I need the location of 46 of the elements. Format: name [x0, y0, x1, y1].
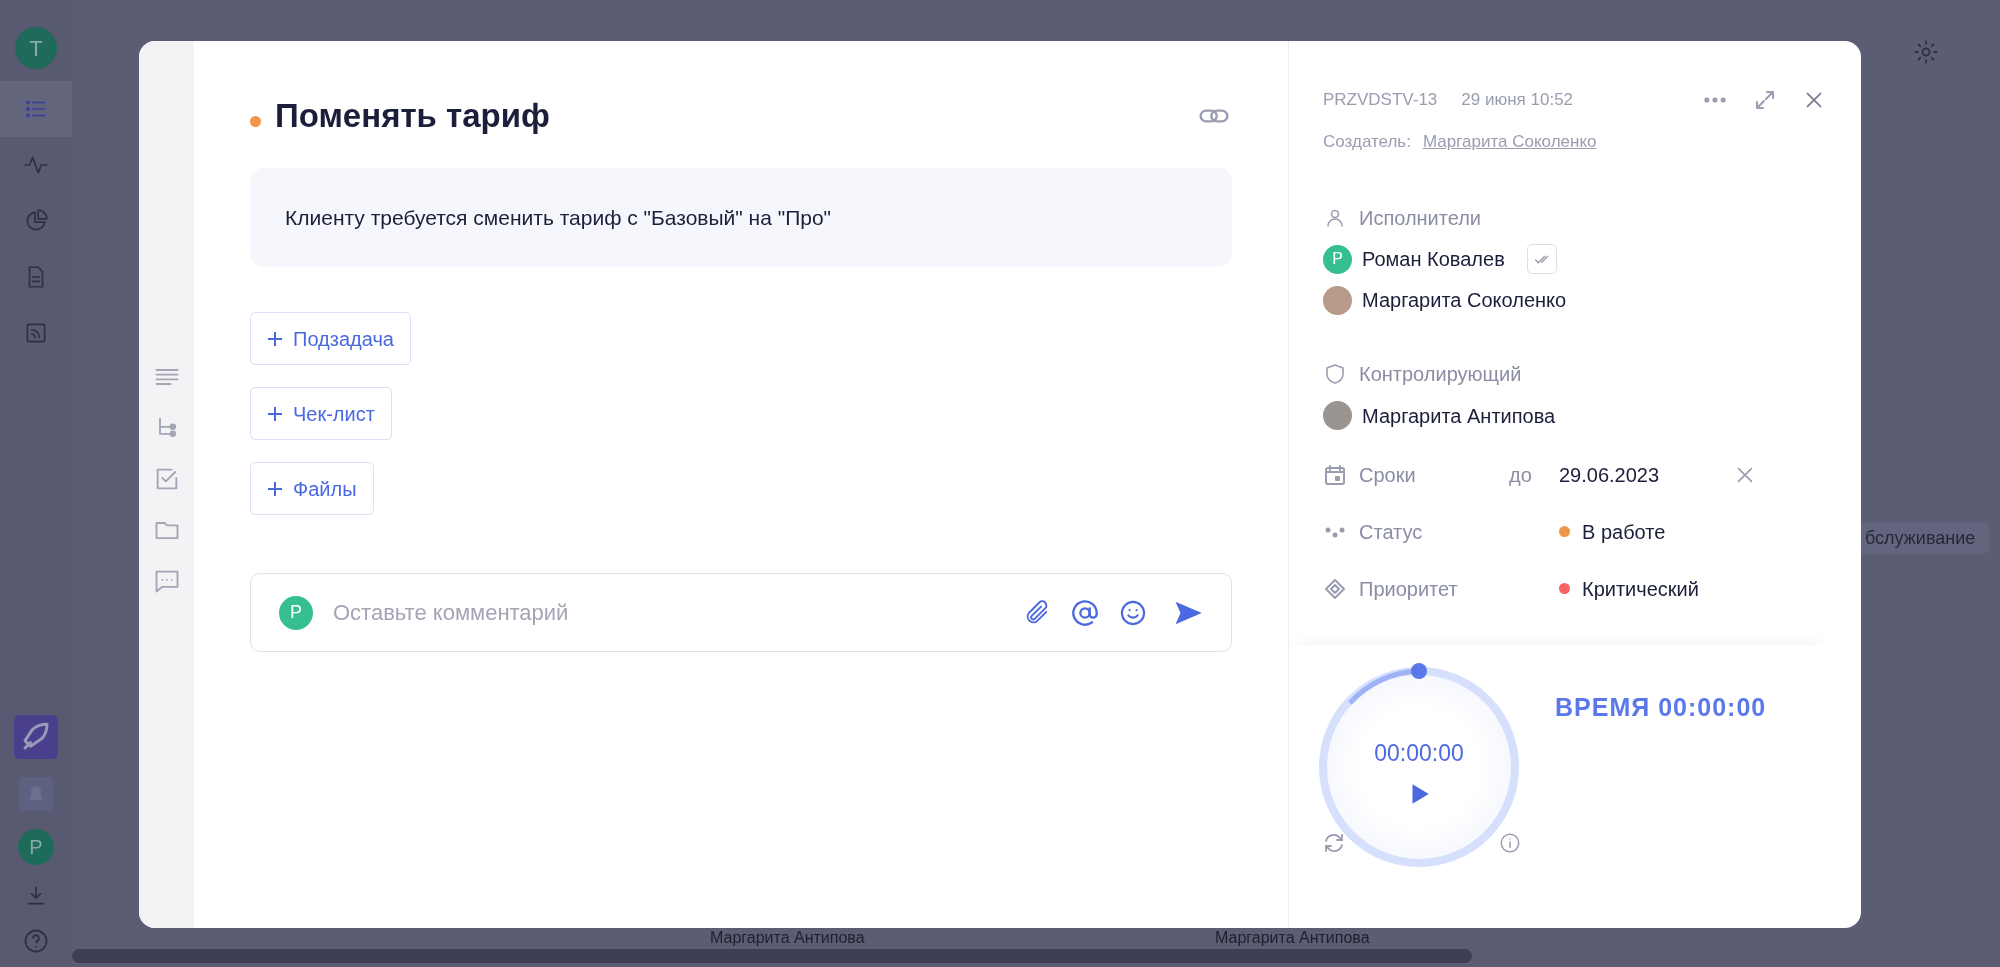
task-title[interactable]: Поменять тариф: [275, 91, 550, 141]
assignee-name[interactable]: Маргарита Соколенко: [1362, 285, 1567, 315]
creator-label: Создатель:: [1323, 131, 1411, 153]
field-label: Статус: [1359, 519, 1424, 545]
shield-icon: [1323, 361, 1347, 386]
settings-icon[interactable]: [1912, 38, 1940, 66]
section-label: Исполнители: [1359, 205, 1481, 231]
info-icon[interactable]: [1499, 831, 1521, 854]
avatar-photo: [1323, 401, 1352, 430]
assignee-name: Маргарита Антипова: [710, 929, 865, 947]
controller-name[interactable]: Маргарита Антипова: [1362, 400, 1556, 431]
scrollbar[interactable]: [72, 949, 1472, 963]
task-id: PRZVDSTV-13: [1323, 89, 1438, 112]
field-label: Приоритет: [1359, 576, 1459, 602]
total-time: ВРЕМЯ 00:00:00: [1555, 691, 1767, 721]
timer-progress-handle[interactable]: [1347, 660, 1429, 705]
plus-icon: [267, 480, 283, 497]
priority-value[interactable]: Критический: [1582, 573, 1699, 604]
bell-icon[interactable]: [19, 777, 53, 811]
deadline-date[interactable]: 29.06.2023: [1559, 459, 1734, 490]
deadline-prefix: до: [1509, 462, 1533, 488]
calendar-icon: [1323, 462, 1347, 487]
avatar-photo: [1323, 285, 1352, 315]
feed-icon[interactable]: [23, 320, 49, 346]
user-avatar: Р: [279, 595, 313, 630]
user-avatar: Р: [1323, 244, 1352, 274]
add-button[interactable]: Чек-лист: [250, 387, 392, 440]
field-label: Сроки: [1359, 462, 1417, 488]
emoji-icon[interactable]: [1119, 598, 1147, 627]
section-label: Контролирующий: [1359, 361, 1522, 387]
add-button[interactable]: Подзадача: [250, 312, 411, 365]
status-value[interactable]: В работе: [1582, 516, 1666, 547]
plus-icon: [267, 330, 283, 347]
help-icon[interactable]: [22, 927, 50, 955]
diamond-icon: [1323, 576, 1347, 601]
comment-input[interactable]: Оставьте комментарий: [333, 596, 993, 629]
assignee-name: Маргарита Антипова: [1215, 929, 1370, 947]
confirm-button[interactable]: [1526, 244, 1557, 274]
task-date: 29 июня 10:52: [1461, 89, 1574, 112]
assignee-name[interactable]: Роман Ковалев: [1362, 244, 1505, 274]
task-description[interactable]: Клиенту требуется сменить тариф с "Базовый" на "Про": [250, 168, 1232, 267]
mention-icon[interactable]: [1071, 598, 1099, 627]
plus-icon: [267, 405, 283, 422]
expand-icon[interactable]: [1753, 88, 1777, 112]
add-button[interactable]: Файлы: [250, 462, 374, 515]
timer-time: 00:00:00: [1374, 739, 1464, 769]
